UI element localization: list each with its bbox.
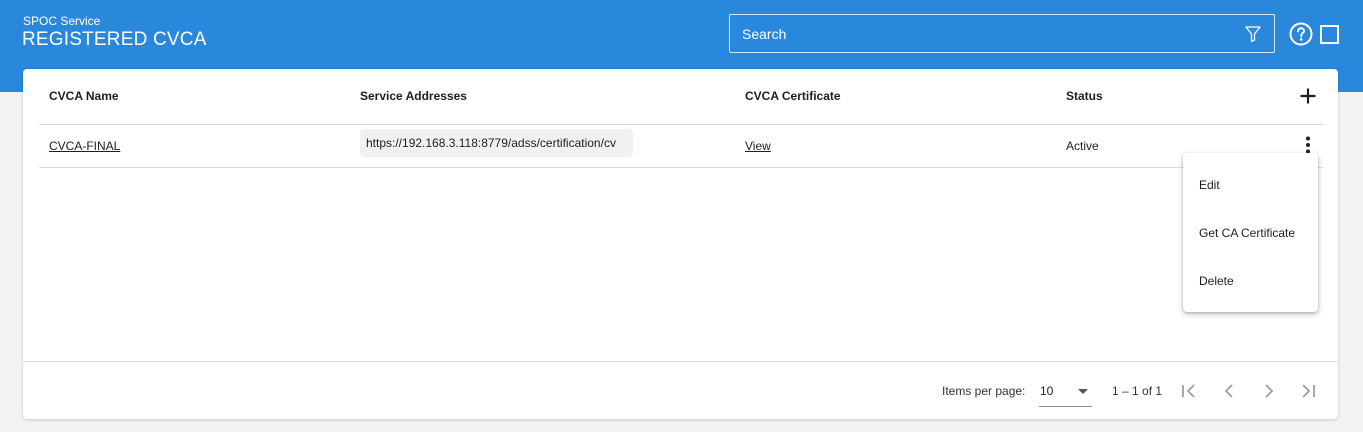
add-icon[interactable] (1299, 87, 1317, 105)
items-per-page-select[interactable]: 10 (1039, 376, 1092, 407)
column-header-status[interactable]: Status (1066, 89, 1103, 103)
footer-divider (23, 361, 1338, 362)
next-page-icon[interactable] (1257, 379, 1281, 403)
more-vert-icon[interactable] (1299, 135, 1317, 155)
cvca-name-link[interactable]: CVCA-FINAL (49, 139, 120, 153)
column-header-cvca-certificate[interactable]: CVCA Certificate (745, 89, 841, 103)
prev-page-icon[interactable] (1217, 379, 1241, 403)
dropdown-caret-icon (1078, 389, 1088, 394)
status-value: Active (1066, 139, 1099, 153)
row-actions-menu: Edit Get CA Certificate Delete (1183, 153, 1318, 312)
service-address-chip: https://192.168.3.118:8779/adss/certific… (360, 129, 633, 157)
menu-item-delete[interactable]: Delete (1183, 257, 1318, 305)
menu-item-edit[interactable]: Edit (1183, 161, 1318, 209)
header-divider (39, 124, 1323, 125)
view-certificate-link[interactable]: View (745, 139, 771, 153)
row-divider (39, 167, 1323, 168)
search-input[interactable] (742, 25, 1244, 42)
column-header-service-addresses[interactable]: Service Addresses (360, 89, 467, 103)
fullscreen-icon[interactable] (1320, 25, 1339, 44)
menu-item-get-ca-certificate[interactable]: Get CA Certificate (1183, 209, 1318, 257)
page-title: REGISTERED CVCA (22, 29, 207, 50)
items-per-page-value: 10 (1040, 384, 1054, 398)
column-header-cvca-name[interactable]: CVCA Name (49, 89, 119, 103)
last-page-icon[interactable] (1296, 379, 1320, 403)
page-range-label: 1 – 1 of 1 (1112, 384, 1163, 398)
app-subtitle: SPOC Service (23, 14, 101, 28)
filter-icon[interactable] (1244, 25, 1262, 43)
search-box[interactable] (729, 14, 1275, 53)
help-icon[interactable] (1289, 22, 1313, 46)
cvca-table-card: CVCA Name Service Addresses CVCA Certifi… (23, 69, 1338, 419)
items-per-page-label: Items per page: (942, 384, 1026, 398)
first-page-icon[interactable] (1177, 379, 1201, 403)
